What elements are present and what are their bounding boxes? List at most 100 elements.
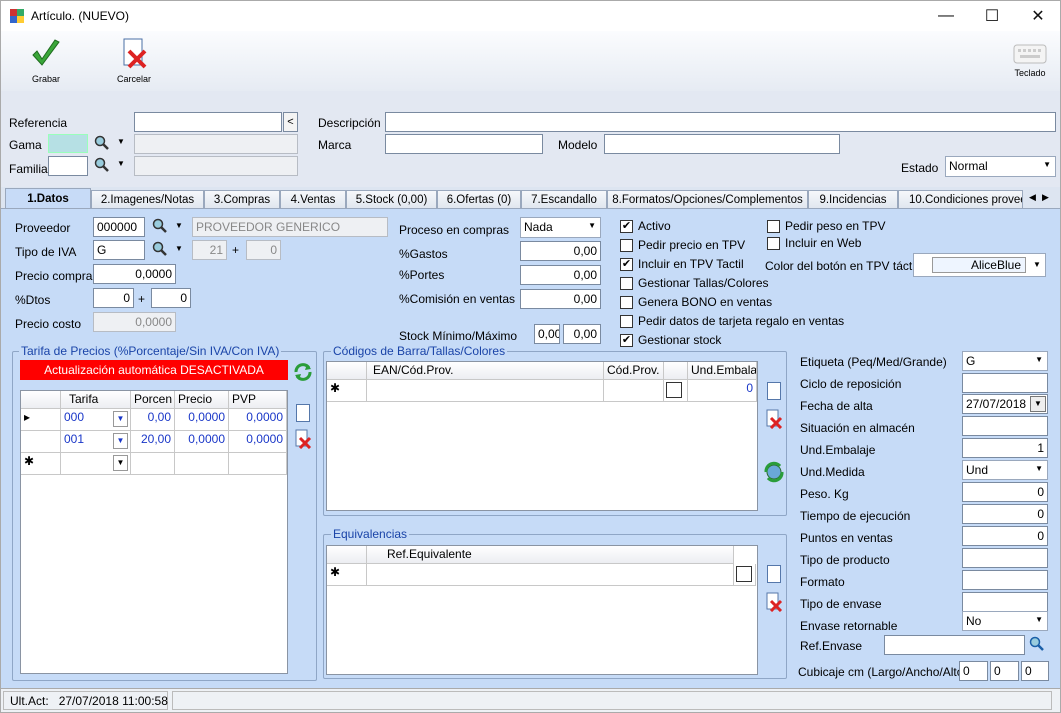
marca-input[interactable] <box>385 134 543 154</box>
tab-datos[interactable]: 1.Datos <box>5 188 91 209</box>
fecha-alta-input[interactable]: 27/07/2018 ▼ <box>962 394 1048 414</box>
referencia-button[interactable]: < <box>283 112 298 132</box>
table-cell[interactable]: 0,0000 <box>229 431 287 453</box>
descripcion-input[interactable] <box>385 112 1056 132</box>
check-gestionar-stock[interactable]: ✔ Gestionar stock <box>620 333 721 347</box>
checkbox-icon[interactable] <box>620 238 633 252</box>
table-cell[interactable] <box>175 453 229 475</box>
gama-search-icon[interactable] <box>94 135 110 154</box>
table-cell[interactable]: 0,00 <box>131 409 175 431</box>
dto1-input[interactable]: 0 <box>93 288 134 308</box>
tab-ofertas[interactable]: 6.Ofertas (0) <box>437 190 521 209</box>
chevron-down-icon[interactable]: ▼ <box>113 411 128 427</box>
table-cell[interactable] <box>367 564 734 586</box>
gama-dropdown-icon[interactable]: ▼ <box>117 137 125 146</box>
delete-document-icon[interactable] <box>765 409 783 432</box>
tab-incidencias[interactable]: 9.Incidencias <box>808 190 898 209</box>
cubicaje-ancho-input[interactable]: 0 <box>990 661 1019 681</box>
tab-imagenes[interactable]: 2.Imagenes/Notas <box>91 190 204 209</box>
gama-code-input[interactable] <box>48 134 88 153</box>
table-cell[interactable] <box>229 453 287 475</box>
check-tpv-tactil[interactable]: ✔ Incluir en TPV Tactil <box>620 257 744 271</box>
check-activo[interactable]: ✔ Activo <box>620 219 671 233</box>
precio-compra-input[interactable]: 0,0000 <box>93 264 176 284</box>
check-tarjeta-regalo[interactable]: Pedir datos de tarjeta regalo en ventas <box>620 314 844 328</box>
new-document-icon[interactable] <box>767 565 781 583</box>
familia-search-icon[interactable] <box>94 157 110 176</box>
check-pedir-peso[interactable]: Pedir peso en TPV <box>767 219 886 233</box>
stock-min-input[interactable]: 0,00 <box>534 324 560 344</box>
iva-search-icon[interactable] <box>152 241 168 260</box>
ref-envase-search-icon[interactable] <box>1029 636 1045 655</box>
modelo-input[interactable] <box>604 134 840 154</box>
proceso-select[interactable]: Nada ▼ <box>520 217 601 238</box>
cancel-button[interactable]: Carcelar <box>117 37 151 84</box>
tab-scroll-left-icon[interactable]: ◀ <box>1029 192 1036 203</box>
iva-dropdown-icon[interactable]: ▼ <box>175 244 183 253</box>
peso-input[interactable]: 0 <box>962 482 1048 502</box>
puntos-ventas-input[interactable]: 0 <box>962 526 1048 546</box>
checkbox-icon[interactable] <box>666 382 682 398</box>
tab-formatos[interactable]: 8.Formatos/Opciones/Complementos <box>607 190 808 209</box>
und-medida-select[interactable]: Und ▼ <box>962 460 1048 480</box>
estado-select[interactable]: Normal ▼ <box>945 156 1056 177</box>
keyboard-button[interactable]: Teclado <box>1013 43 1047 78</box>
new-row-tarifa[interactable]: ▼ <box>61 453 131 475</box>
minimize-button[interactable]: — <box>923 1 969 31</box>
check-tallas-colores[interactable]: Gestionar Tallas/Colores <box>620 276 769 290</box>
referencia-input[interactable] <box>134 112 282 132</box>
checkbox-icon[interactable] <box>620 295 633 309</box>
proveedor-code-input[interactable]: 000000 <box>93 217 145 237</box>
und-embalaje-input[interactable]: 1 <box>962 438 1048 458</box>
maximize-button[interactable]: ☐ <box>969 1 1015 31</box>
formato-input[interactable] <box>962 570 1048 590</box>
color-tpv-select[interactable]: AliceBlue ▼ <box>913 253 1046 277</box>
refresh-icon[interactable] <box>293 362 313 385</box>
chevron-down-icon[interactable]: ▼ <box>113 433 128 449</box>
chevron-down-icon[interactable]: ▼ <box>113 455 128 471</box>
delete-document-icon[interactable] <box>765 592 783 615</box>
tab-condiciones[interactable]: 10.Condiciones proveedor <box>898 190 1023 209</box>
proveedor-dropdown-icon[interactable]: ▼ <box>175 221 183 230</box>
table-cell[interactable] <box>131 453 175 475</box>
calendar-dropdown-icon[interactable]: ▼ <box>1030 396 1046 412</box>
ciclo-input[interactable] <box>962 373 1048 393</box>
delete-document-icon[interactable] <box>294 429 312 452</box>
cubicaje-largo-input[interactable]: 0 <box>959 661 988 681</box>
checkbox-icon[interactable]: ✔ <box>620 257 633 271</box>
comision-input[interactable]: 0,00 <box>520 289 601 309</box>
table-cell[interactable] <box>604 380 664 402</box>
table-cell[interactable] <box>367 380 604 402</box>
familia-code-input[interactable] <box>48 156 88 176</box>
situacion-input[interactable] <box>962 416 1048 436</box>
checkbox-icon[interactable]: ✔ <box>620 333 633 347</box>
checkbox-icon[interactable] <box>767 236 780 250</box>
table-cell[interactable]: 20,00 <box>131 431 175 453</box>
tab-scroll-right-icon[interactable]: ▶ <box>1042 192 1049 203</box>
tab-stock[interactable]: 5.Stock (0,00) <box>346 190 437 209</box>
tipo-producto-input[interactable] <box>962 548 1048 568</box>
checkbox-icon[interactable] <box>620 314 633 328</box>
check-bono[interactable]: Genera BONO en ventas <box>620 295 772 309</box>
checkbox-icon[interactable]: ✔ <box>620 219 633 233</box>
etiqueta-select[interactable]: G ▼ <box>962 351 1048 371</box>
table-cell[interactable]: 0,0000 <box>229 409 287 431</box>
ref-envase-input[interactable] <box>884 635 1025 655</box>
envase-retornable-select[interactable]: No ▼ <box>962 611 1048 631</box>
tiempo-ejecucion-input[interactable]: 0 <box>962 504 1048 524</box>
new-document-icon[interactable] <box>296 404 310 422</box>
gastos-input[interactable]: 0,00 <box>520 241 601 261</box>
stock-max-input[interactable]: 0,00 <box>563 324 601 344</box>
checkbox-icon[interactable] <box>736 566 752 582</box>
table-row-tarifa[interactable]: 000 ▼ <box>61 409 131 431</box>
table-cell[interactable] <box>664 380 688 402</box>
checkbox-icon[interactable] <box>620 276 633 290</box>
tipo-envase-input[interactable] <box>962 592 1048 612</box>
familia-dropdown-icon[interactable]: ▼ <box>117 159 125 168</box>
table-cell[interactable]: 0,0000 <box>175 431 229 453</box>
sync-icon[interactable] <box>763 461 785 486</box>
close-button[interactable]: ✕ <box>1015 1 1061 31</box>
new-document-icon[interactable] <box>767 382 781 400</box>
save-button[interactable]: Grabar <box>29 37 63 84</box>
cubicaje-alto-input[interactable]: 0 <box>1021 661 1049 681</box>
